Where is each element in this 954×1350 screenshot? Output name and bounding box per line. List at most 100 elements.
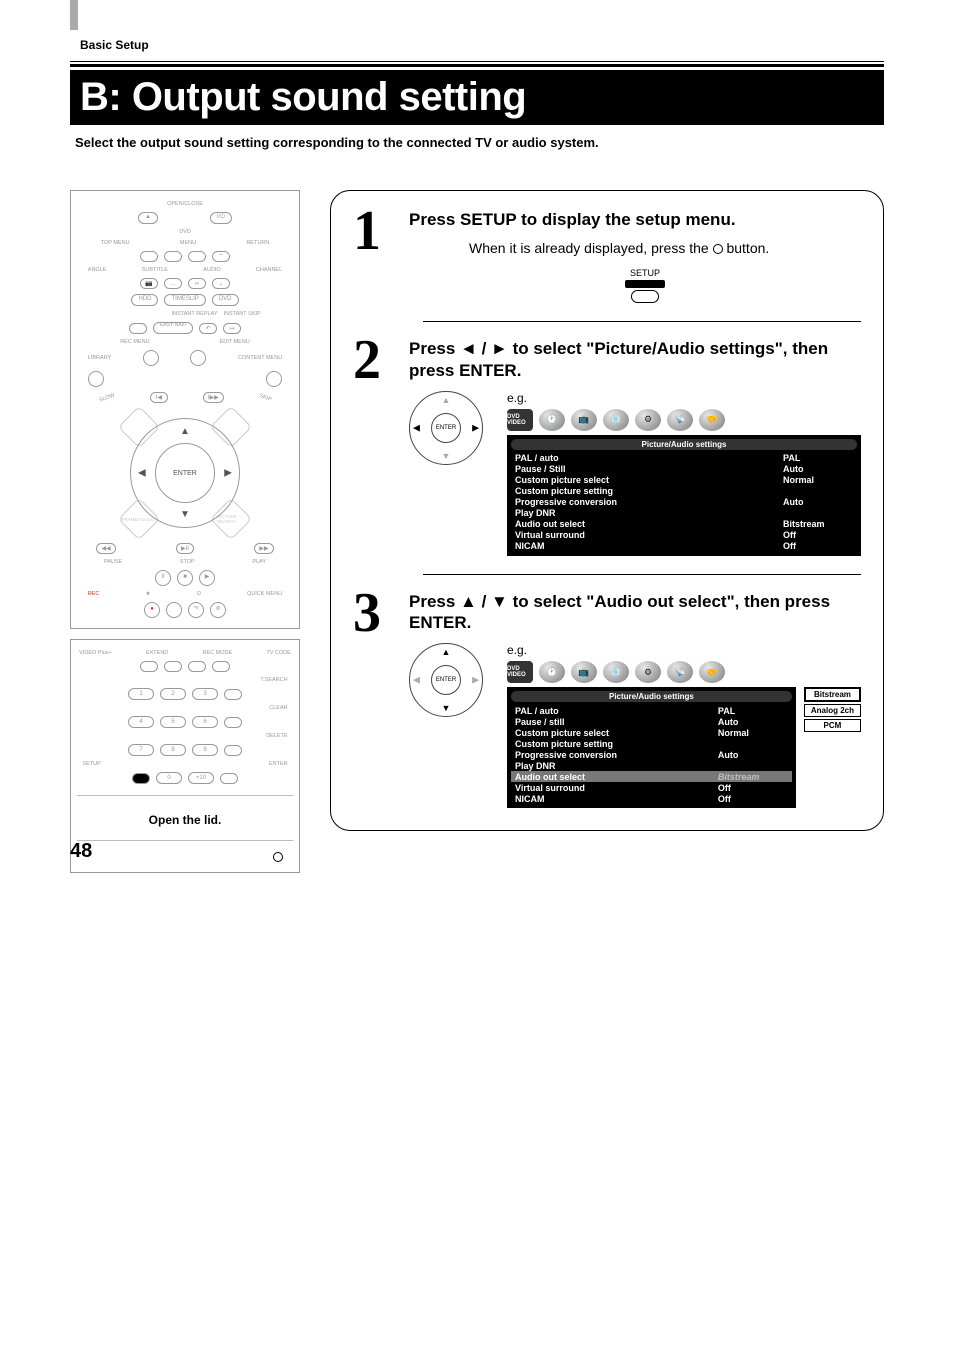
osd-row: Play DNR xyxy=(511,760,792,771)
btn-extend xyxy=(164,661,182,672)
btn-2: 2 xyxy=(160,688,186,700)
btn-vplus xyxy=(140,661,158,672)
step-1: 1 Press SETUP to display the setup menu.… xyxy=(353,209,861,303)
btn-edit-menu xyxy=(190,350,206,366)
btn-topmenu xyxy=(140,251,158,262)
osd-row-key: Progressive conversion xyxy=(515,497,783,507)
osd-row-key: Virtual surround xyxy=(515,783,718,793)
btn-rew: ◀◀ xyxy=(96,543,115,554)
osd-row-key: Custom picture select xyxy=(515,728,718,738)
option-bitstream: Bitstream xyxy=(804,687,861,702)
label-clear: CLEAR xyxy=(269,705,287,711)
step-1-title: Press SETUP to display the setup menu. xyxy=(409,209,861,230)
osd-icon-gear: ⚙ xyxy=(635,661,661,683)
label-o: O xyxy=(197,591,201,597)
btn-enter-remote xyxy=(220,773,238,784)
lid-pointer-circle xyxy=(273,852,283,862)
label-return: RETURN xyxy=(246,240,269,246)
label-pause: PAUSE xyxy=(104,559,122,565)
btn-7: 7 xyxy=(128,744,154,756)
option-analog-2ch: Analog 2ch xyxy=(804,704,861,717)
label-audio: AUDIO xyxy=(203,267,220,273)
btn-pause: II xyxy=(155,570,171,586)
osd-row-value: Auto xyxy=(783,464,853,474)
btn-1: 1 xyxy=(128,688,154,700)
osd-icon-satellite: 📡 xyxy=(667,661,693,683)
dvd-video-icon: DVD VIDEO xyxy=(507,661,533,683)
label-rec-mode: REC MODE xyxy=(203,650,233,656)
dpad-enter: ENTER xyxy=(155,443,215,503)
step-separator-2 xyxy=(423,574,861,575)
osd-icon-hand: 🤝 xyxy=(699,409,725,431)
intro-text: Select the output sound setting correspo… xyxy=(70,125,884,170)
btn-audio: ∞ xyxy=(188,278,206,289)
btn-ff: ▶▶ xyxy=(254,543,273,554)
margin-tab xyxy=(70,0,78,30)
btn-content-menu xyxy=(266,371,282,387)
osd-row-value: Normal xyxy=(783,475,853,485)
label-quick-menu: QUICK MENU xyxy=(247,591,282,597)
btn-0: 0 xyxy=(156,772,182,784)
label-content-menu: CONTENT MENU xyxy=(238,355,282,361)
arrow-right-icon: ▶ xyxy=(472,422,479,433)
osd-panel-2: Picture/Audio settings PAL / autoPALPaus… xyxy=(507,435,861,556)
eg-label-3: e.g. xyxy=(507,643,861,657)
steps-container: 1 Press SETUP to display the setup menu.… xyxy=(330,190,884,831)
label-setup: SETUP xyxy=(82,761,100,767)
btn-easy-navi: EASY NAVI xyxy=(153,322,193,334)
osd-row-value: Off xyxy=(718,794,788,804)
osd-row-key: Custom picture setting xyxy=(515,486,783,496)
btn-4: 4 xyxy=(128,716,154,728)
osd-row-value xyxy=(718,761,788,771)
btn-menu xyxy=(164,251,182,262)
label-enter-b: ENTER xyxy=(269,761,288,767)
label-angle: ANGLE xyxy=(88,267,107,273)
osd-row-value xyxy=(783,486,853,496)
open-lid-label: Open the lid. xyxy=(149,807,222,829)
osd-panel-title-2: Picture/Audio settings xyxy=(511,439,857,450)
arrow-down-icon: ▼ xyxy=(180,509,190,520)
remote-lower-panel: VIDEO Plus+ EXTEND REC MODE TV CODE T.SE… xyxy=(70,639,300,873)
osd-row-key: NICAM xyxy=(515,541,783,551)
btn-return xyxy=(188,251,206,262)
label-top-menu: TOP MENU xyxy=(101,240,130,246)
setup-button-graphic: SETUP xyxy=(429,268,861,303)
label-rec: REC xyxy=(88,591,100,597)
btn-8: 8 xyxy=(160,744,186,756)
osd-row: Custom picture selectNormal xyxy=(511,475,857,486)
osd-row-value: Auto xyxy=(783,497,853,507)
osd-row-key: NICAM xyxy=(515,794,718,804)
osd-row: Custom picture setting xyxy=(511,738,792,749)
option-list: Bitstream Analog 2ch PCM xyxy=(804,687,861,732)
arrow-up-icon: ▲ xyxy=(180,426,190,437)
label-channel: CHANNEL xyxy=(256,267,282,273)
btn-ch-down: ⌄ xyxy=(212,278,230,289)
btn-tsearch xyxy=(224,689,242,700)
btn-rec-menu xyxy=(143,350,159,366)
osd-row-key: Custom picture select xyxy=(515,475,783,485)
osd-row-key: Audio out select xyxy=(515,519,783,529)
dpad-enter-2: ENTER xyxy=(431,413,461,443)
step-2: 2 Press ◄ / ► to select "Picture/Audio s… xyxy=(353,338,861,556)
osd-row-key: Custom picture setting xyxy=(515,739,718,749)
step-2-title: Press ◄ / ► to select "Picture/Audio set… xyxy=(409,338,861,381)
osd-row: Custom picture selectNormal xyxy=(511,727,792,738)
osd-panel-3: Picture/Audio settings PAL / autoPALPaus… xyxy=(507,687,796,808)
setup-rect xyxy=(625,280,665,288)
label-instant-replay: INSTANT REPLAY xyxy=(172,311,218,317)
label-instant-skip: INSTANT SKIP xyxy=(224,311,261,317)
osd-row-value xyxy=(718,739,788,749)
label-menu: MENU xyxy=(180,240,196,246)
osd-row-key: Pause / still xyxy=(515,717,718,727)
btn-ch-up: ⌃ xyxy=(212,251,230,262)
eject-button: ▲ xyxy=(138,212,158,224)
arrow-down-icon: ▼ xyxy=(442,451,451,461)
osd-row-value xyxy=(783,508,853,518)
osd-icon-disc: 💿 xyxy=(603,661,629,683)
osd-row: NICAMOff xyxy=(511,541,857,552)
osd-row: Audio out selectBitstream xyxy=(511,771,792,782)
arrow-up-icon: ▲ xyxy=(442,647,451,657)
osd-row-value: PAL xyxy=(718,706,788,716)
osd-row-value: Off xyxy=(783,541,853,551)
btn-hdd: HDD xyxy=(131,294,158,306)
